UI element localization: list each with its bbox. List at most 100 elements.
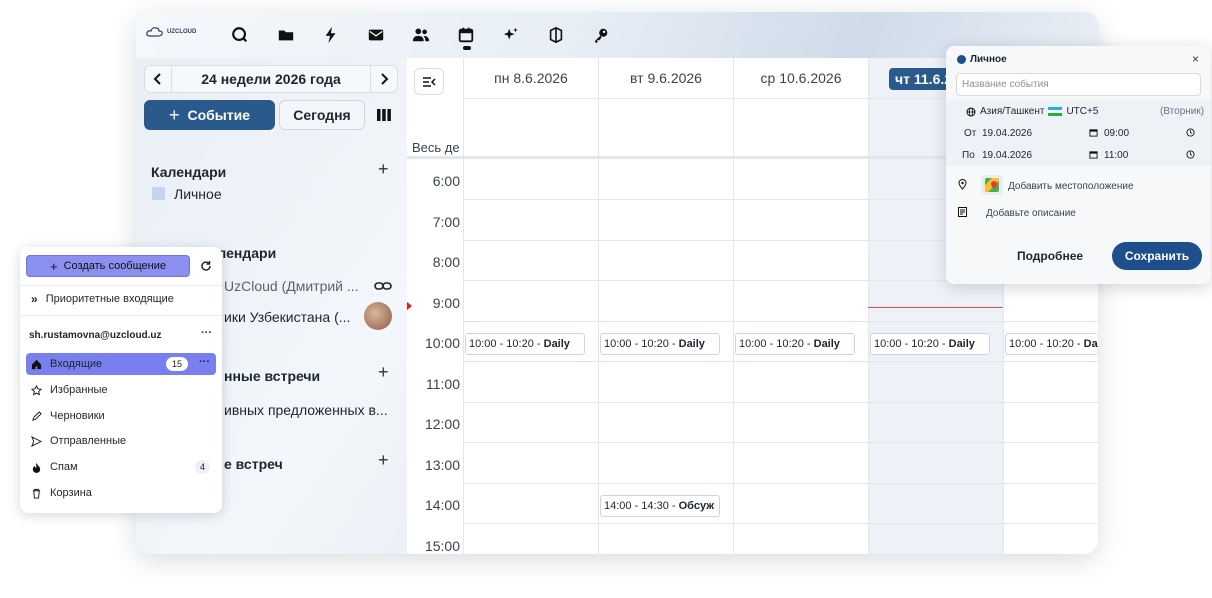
chevron-left-icon[interactable] — [144, 65, 172, 93]
calendar-icon[interactable] — [456, 25, 476, 45]
to-date[interactable]: 19.04.2026 — [982, 150, 1032, 161]
uzcloud-logo[interactable]: UZCLOUD — [146, 26, 196, 38]
clock-icon[interactable] — [1186, 128, 1195, 137]
event-daily-wed[interactable]: 10:00 - 10:20 - Daily — [735, 333, 855, 355]
weekday-label: (Вторник) — [1160, 106, 1205, 117]
key-icon[interactable] — [591, 25, 611, 45]
folder-trash[interactable]: Корзина — [26, 482, 216, 504]
notes-icon[interactable] — [546, 25, 566, 45]
priority-inbox-item[interactable]: » Приоритетные входящие — [26, 288, 216, 310]
event-time: 10:00 - 10:20 - — [604, 338, 676, 350]
calendar-color-dot — [957, 55, 966, 64]
event-daily-mon[interactable]: 10:00 - 10:20 - Daily — [465, 333, 585, 355]
event-daily-fri[interactable]: 10:00 - 10:20 - Da — [1005, 333, 1098, 355]
grid-line — [463, 402, 1098, 403]
hour-label: 9:00 — [432, 295, 460, 311]
sparkle-icon[interactable] — [501, 25, 521, 45]
compose-label: Создать сообщение — [63, 260, 166, 272]
folder-label: Отправленные — [50, 435, 127, 447]
folder-starred[interactable]: Избранные — [26, 379, 216, 401]
calendar-small-icon — [1089, 151, 1098, 159]
to-label: По — [962, 150, 975, 161]
event-daily-tue[interactable]: 10:00 - 10:20 - Daily — [600, 333, 720, 355]
add-description-field[interactable]: Добавьте описание — [986, 208, 1076, 219]
shared-calendar-item[interactable]: ики Узбекистана (... — [224, 309, 350, 325]
collapse-sidebar-icon[interactable] — [414, 68, 444, 95]
grid-line — [463, 442, 1098, 443]
hour-label: 11:00 — [426, 376, 460, 392]
today-button[interactable]: Сегодня — [279, 100, 365, 130]
contacts-icon[interactable] — [411, 25, 431, 45]
unread-count-badge: 15 — [166, 357, 188, 371]
location-pin-icon — [958, 179, 967, 190]
timezone-row[interactable]: Азия/Ташкент UTC+5 — [966, 106, 1098, 117]
day-header-wed[interactable]: ср 10.6.2026 — [734, 58, 868, 98]
folder-icon[interactable] — [276, 25, 296, 45]
event-daily-thu[interactable]: 10:00 - 10:20 - Daily — [870, 333, 990, 355]
day-header-mon[interactable]: пн 8.6.2026 — [464, 58, 598, 98]
current-time-marker — [407, 301, 412, 311]
from-label: От — [964, 128, 977, 139]
close-icon[interactable]: × — [1192, 52, 1199, 66]
new-event-button[interactable]: + Событие — [144, 100, 275, 130]
event-time: 10:00 - 10:20 - — [739, 338, 811, 350]
refresh-icon[interactable] — [200, 260, 212, 272]
columns-view-icon[interactable] — [376, 108, 392, 122]
fire-icon — [32, 462, 41, 473]
current-time-line — [868, 307, 1003, 308]
personal-calendar-label[interactable]: Личное — [174, 186, 222, 202]
folder-inbox[interactable]: Входящие 15 ··· — [26, 353, 216, 375]
folder-sent[interactable]: Отправленные — [26, 430, 216, 452]
add-location-field[interactable]: Добавить местоположение — [1008, 181, 1134, 192]
cloud-logo-icon — [146, 27, 163, 37]
week-title[interactable]: 24 недели 2026 года — [172, 65, 370, 93]
save-button[interactable]: Сохранить — [1112, 242, 1202, 270]
event-title-input[interactable]: Название события — [956, 73, 1201, 96]
popup-calendar-name[interactable]: Личное — [970, 54, 1007, 65]
personal-calendar-checkbox[interactable] — [152, 187, 165, 200]
add-calendar-button[interactable]: + — [378, 159, 389, 180]
shared-calendar-item[interactable]: UzCloud (Дмитрий ... — [224, 278, 359, 294]
link-icon[interactable] — [374, 280, 392, 292]
utc-offset: UTC+5 — [1066, 106, 1099, 117]
clock-icon[interactable] — [1186, 150, 1195, 159]
folder-spam[interactable]: Спам 4 — [26, 456, 216, 478]
event-title: Daily — [678, 338, 705, 350]
mail-icon[interactable] — [366, 25, 386, 45]
event-discussion-tue[interactable]: 14:00 - 14:30 - Обсуж — [600, 495, 720, 517]
from-date[interactable]: 19.04.2026 — [982, 128, 1032, 139]
chevron-right-icon[interactable] — [370, 65, 398, 93]
search-icon[interactable] — [230, 25, 250, 45]
to-time[interactable]: 11:00 — [1104, 150, 1128, 161]
folder-label: Спам — [50, 461, 78, 473]
maps-icon[interactable] — [981, 175, 1003, 195]
event-time: 10:00 - 10:20 - — [1009, 338, 1081, 350]
event-title: Daily — [543, 338, 570, 350]
star-icon — [31, 384, 42, 396]
hour-label: 13:00 — [424, 457, 460, 473]
avatar — [364, 302, 392, 330]
logo-text: UZCLOUD — [167, 29, 197, 35]
grid-line — [463, 361, 1098, 362]
folder-more-icon[interactable]: ··· — [199, 356, 210, 368]
event-time: 10:00 - 10:20 - — [874, 338, 946, 350]
new-event-popup: Личное × Название события Азия/Ташкент U… — [946, 46, 1211, 284]
more-details-button[interactable]: Подробнее — [1006, 242, 1094, 270]
proposed-meetings-item[interactable]: ивных предложенных в... — [224, 402, 388, 418]
folder-drafts[interactable]: Черновики — [26, 405, 216, 427]
event-time: 10:00 - 10:20 - — [469, 338, 541, 350]
lightning-icon[interactable] — [321, 25, 341, 45]
plus-icon: + — [168, 104, 180, 125]
home-icon — [31, 359, 42, 369]
hour-label: 8:00 — [432, 254, 460, 270]
add-meeting-button[interactable]: + — [378, 450, 389, 471]
meetings-title: е встреч — [224, 456, 283, 472]
hour-label: 12:00 — [424, 416, 460, 432]
add-proposed-button[interactable]: + — [378, 362, 389, 383]
compose-message-button[interactable]: + Создать сообщение — [26, 255, 190, 277]
hour-label: 7:00 — [432, 214, 460, 230]
account-more-icon[interactable]: ··· — [201, 327, 212, 339]
from-time[interactable]: 09:00 — [1104, 128, 1129, 139]
grid-line — [463, 483, 1098, 484]
day-header-tue[interactable]: вт 9.6.2026 — [599, 58, 733, 98]
